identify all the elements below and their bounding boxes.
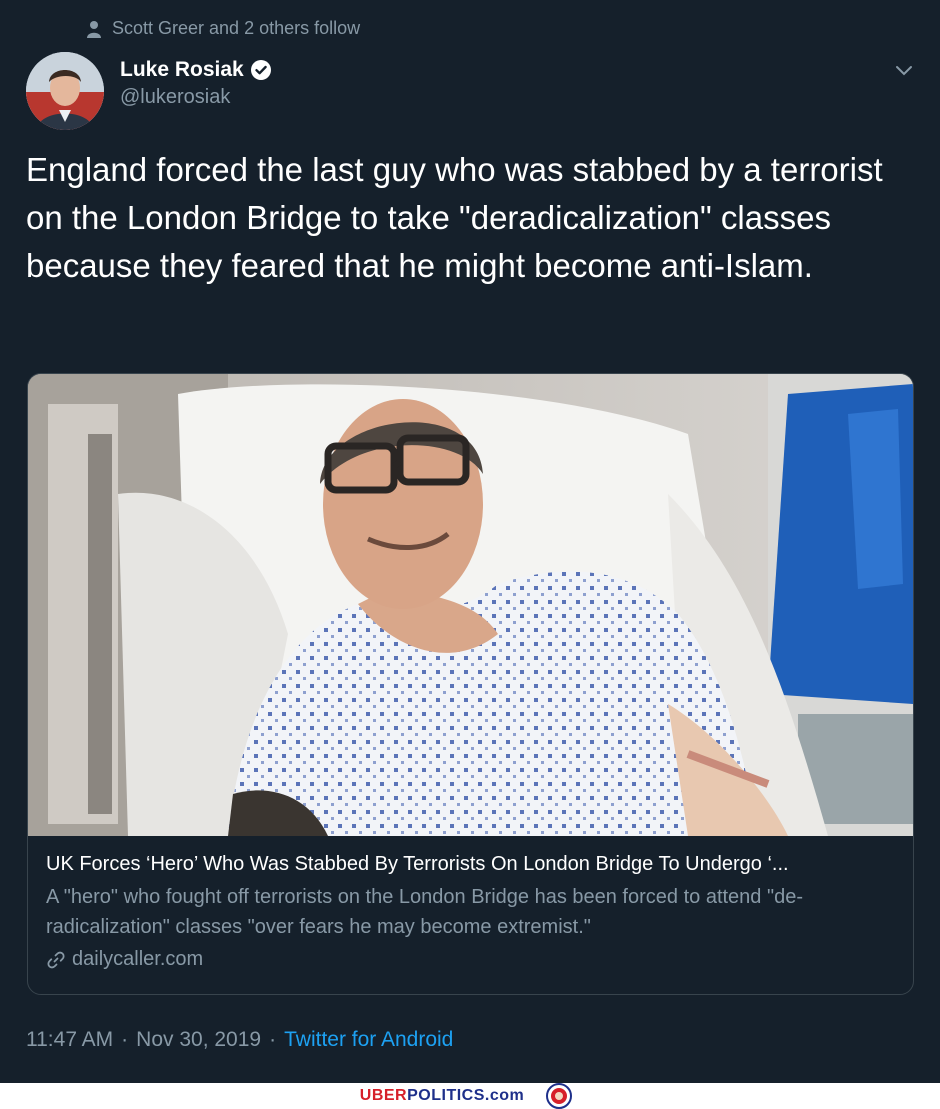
meta-separator: · bbox=[121, 1028, 129, 1051]
card-domain-text: dailycaller.com bbox=[72, 948, 204, 970]
social-context-text: Scott Greer and 2 others follow bbox=[112, 18, 361, 38]
verified-badge-icon bbox=[250, 60, 271, 80]
card-image bbox=[28, 374, 913, 836]
avatar-image bbox=[26, 52, 104, 130]
link-preview-card[interactable]: UK Forces ‘Hero’ Who Was Stabbed By Terr… bbox=[27, 373, 914, 995]
display-name[interactable]: Luke Rosiak bbox=[120, 58, 244, 82]
watermark-footer: UBERPOLITICS.com bbox=[0, 1083, 940, 1109]
tweet-source-link[interactable]: Twitter for Android bbox=[284, 1028, 453, 1052]
person-icon bbox=[87, 20, 101, 38]
footer-brand: UBERPOLITICS.com bbox=[359, 1087, 525, 1104]
lion-logo-icon bbox=[546, 1083, 573, 1109]
card-domain[interactable]: dailycaller.com bbox=[46, 948, 895, 971]
user-handle[interactable]: @lukerosiak bbox=[120, 86, 272, 109]
card-description: A "hero" who fought off terrorists on th… bbox=[46, 886, 803, 938]
author-block[interactable]: Luke Rosiak @lukerosiak bbox=[120, 58, 272, 109]
chevron-down-icon[interactable] bbox=[894, 64, 914, 78]
tweet-metadata: 11:47 AM · Nov 30, 2019 · Twitter for An… bbox=[26, 1028, 453, 1052]
social-context[interactable]: Scott Greer and 2 others follow bbox=[86, 18, 360, 39]
tweet-date[interactable]: Nov 30, 2019 bbox=[136, 1028, 261, 1052]
tweet-text: England forced the last guy who was stab… bbox=[26, 151, 883, 284]
avatar[interactable] bbox=[26, 52, 104, 130]
tweet-time[interactable]: 11:47 AM bbox=[26, 1028, 113, 1052]
link-icon bbox=[47, 951, 65, 968]
meta-separator: · bbox=[269, 1028, 277, 1051]
card-title[interactable]: UK Forces ‘Hero’ Who Was Stabbed By Terr… bbox=[46, 850, 895, 878]
